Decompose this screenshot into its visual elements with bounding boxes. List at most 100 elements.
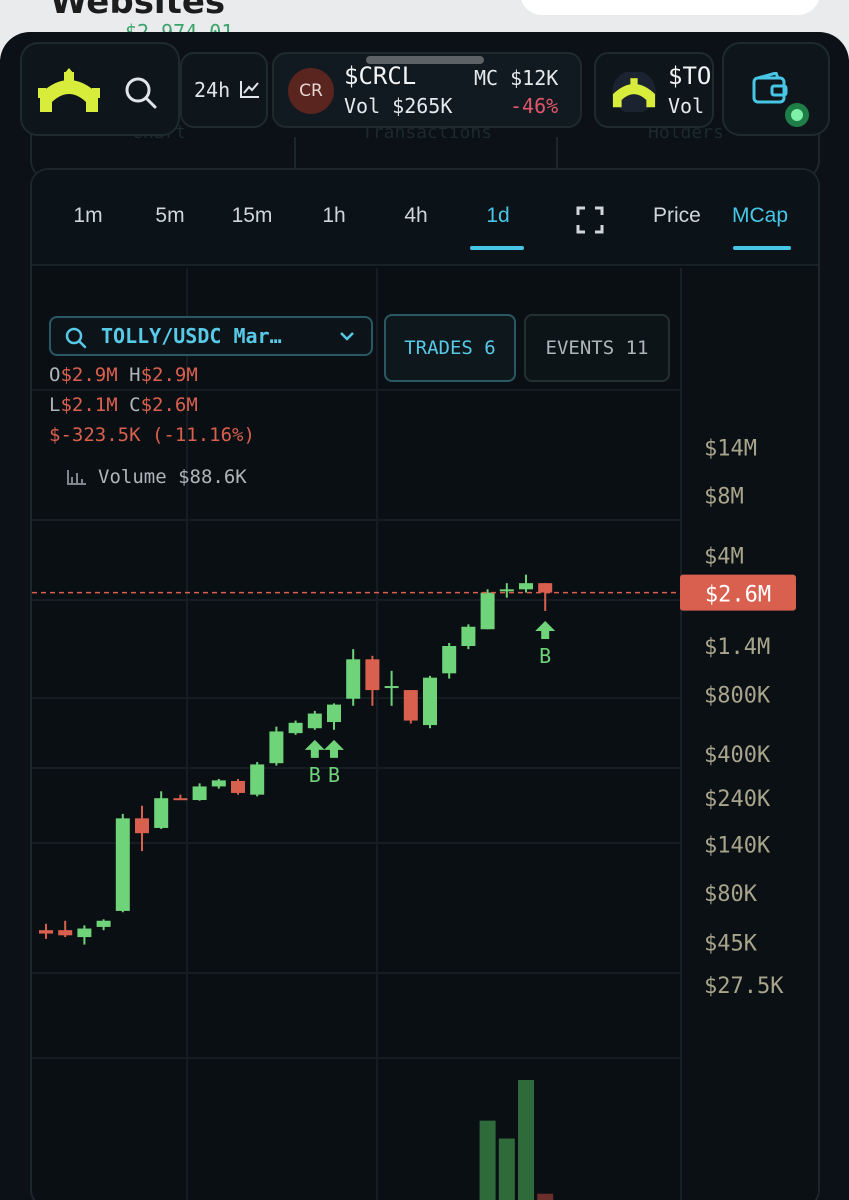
- castle-logo-icon: [38, 68, 100, 112]
- y-axis-tick-label: $140K: [704, 834, 771, 859]
- price-mode-price[interactable]: Price: [653, 204, 701, 228]
- candle-body: [480, 592, 495, 630]
- close-key: C: [129, 394, 141, 416]
- y-axis-tick-label: $240K: [704, 787, 771, 812]
- high-key: H: [129, 364, 141, 386]
- castle-logo-icon: [612, 72, 656, 112]
- candle-body: [58, 930, 73, 936]
- buy-arrow-icon: [535, 621, 556, 640]
- y-axis-tick-label: $800K: [704, 683, 771, 708]
- ohlc-legend: O$2.9M H$2.9M L$2.1M C$2.6M $-323.5K (-1…: [49, 360, 255, 450]
- wallet-button[interactable]: [722, 42, 830, 136]
- y-axis-tick-label: $4M: [704, 544, 744, 569]
- candle-body: [403, 690, 418, 721]
- y-axis-tick-label: $400K: [704, 743, 771, 768]
- trades-button[interactable]: TRADES 6: [384, 314, 516, 382]
- pair-label: TOLLY/USDC Mar…: [101, 324, 282, 348]
- line-chart-icon: [240, 81, 259, 98]
- buy-arrow-icon: [324, 739, 344, 758]
- events-button[interactable]: EVENTS 11: [524, 314, 670, 382]
- volume-legend: Volume $88.6K: [66, 466, 247, 488]
- candle-body: [461, 626, 476, 646]
- candle-body: [269, 731, 284, 764]
- interval-1m[interactable]: 1m: [56, 204, 120, 228]
- token-volume: Vol: [668, 94, 705, 118]
- y-axis-tick-label: $45K: [704, 932, 758, 957]
- logo-box[interactable]: [20, 42, 180, 136]
- token-ticker: $TOLLY: [668, 62, 712, 90]
- y-axis-tick-label: $1.4M: [704, 635, 770, 660]
- background-title: Websites: [50, 0, 226, 22]
- pair-selector[interactable]: TOLLY/USDC Mar…: [49, 316, 373, 356]
- candle-body: [192, 786, 207, 801]
- candle-body: [307, 713, 322, 729]
- interval-1d[interactable]: 1d: [466, 204, 530, 228]
- price-mode-active-indicator: [733, 246, 791, 250]
- volume-bar: [537, 1193, 554, 1200]
- interval-chip[interactable]: 24h: [180, 52, 268, 128]
- candle-body: [327, 704, 341, 723]
- search-icon[interactable]: [124, 76, 158, 110]
- candle-body: [211, 780, 226, 787]
- candle-body: [39, 930, 53, 934]
- candle-body: [346, 659, 361, 699]
- bar-chart-icon: [67, 470, 86, 485]
- y-axis-tick-label: $8M: [704, 485, 744, 510]
- search-icon: [65, 327, 87, 349]
- candle-body: [288, 722, 303, 734]
- candle-body: [96, 920, 111, 927]
- candle-body: [538, 583, 553, 593]
- open-value: $2.9M: [60, 364, 118, 386]
- candle-body: [499, 589, 514, 592]
- y-axis-tick-label: $80K: [704, 882, 758, 907]
- token-market-cap: MC $12K: [474, 66, 558, 90]
- interval-4h[interactable]: 4h: [384, 204, 448, 228]
- candle-body: [173, 798, 188, 801]
- volume-bar: [518, 1080, 534, 1200]
- interval-15m[interactable]: 15m: [220, 204, 284, 228]
- sheet-grabber[interactable]: [366, 56, 484, 64]
- open-key: O: [49, 364, 61, 386]
- candle-body: [231, 780, 245, 793]
- high-value: $2.9M: [140, 364, 198, 386]
- mc-label: MC: [474, 66, 499, 90]
- low-key: L: [49, 394, 61, 416]
- candle-body: [365, 659, 380, 691]
- interval-chip-label: 24h: [194, 78, 231, 102]
- interval-5m[interactable]: 5m: [138, 204, 202, 228]
- fullscreen-icon[interactable]: [576, 206, 604, 234]
- change-value: $-323.5K (-11.16%): [49, 424, 255, 446]
- candle-body: [519, 583, 533, 590]
- candle-body: [384, 686, 399, 689]
- candle-body: [115, 818, 130, 911]
- interval-1h[interactable]: 1h: [302, 204, 366, 228]
- low-value: $2.1M: [60, 394, 118, 416]
- interval-selector: 1m 5m 15m 1h 4h 1d Price MCap: [32, 170, 818, 266]
- volume-bar: [479, 1120, 496, 1200]
- close-value: $2.6M: [140, 394, 198, 416]
- price-mode-mcap[interactable]: MCap: [732, 204, 788, 228]
- y-axis-tick-label: $14M: [704, 436, 757, 461]
- candle-body: [423, 677, 437, 726]
- y-axis-tick-label: $27.5K: [704, 974, 784, 999]
- candle-body: [77, 928, 92, 938]
- buy-marker-label: B: [328, 763, 340, 787]
- ohlc-row-lc: L$2.1M C$2.6M: [49, 390, 255, 420]
- volume-value: Volume $88.6K: [98, 466, 247, 488]
- chevron-down-icon: [340, 332, 354, 341]
- token-change: -46%: [510, 94, 559, 118]
- mc-value: $12K: [510, 66, 559, 90]
- token-volume: Vol $265K: [344, 94, 453, 118]
- buy-arrow-icon: [304, 739, 325, 758]
- volume-bar: [498, 1138, 515, 1200]
- token-ticker: $CRCL: [344, 62, 417, 90]
- candle-body: [135, 818, 149, 834]
- token-card-tolly[interactable]: $TOLLY Vol: [594, 52, 714, 128]
- current-value-label: $2.6M: [705, 583, 771, 608]
- candle-body: [154, 798, 169, 828]
- interval-active-indicator: [470, 246, 524, 250]
- background-pill: [520, 0, 820, 15]
- connected-status-dot: [782, 100, 812, 130]
- candle-body: [250, 764, 265, 795]
- wallet-icon: [752, 72, 788, 104]
